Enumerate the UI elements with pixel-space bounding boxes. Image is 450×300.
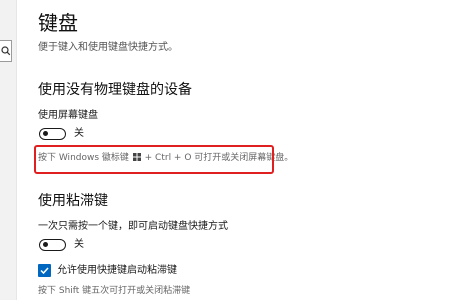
- settings-search-box[interactable]: [0, 40, 12, 62]
- sticky-keys-shortcut-checkbox-label[interactable]: 允许使用快捷键启动粘滞键: [57, 265, 177, 277]
- section-heading-sticky-keys: 使用粘滞键: [38, 193, 108, 209]
- toggle-knob: [43, 131, 48, 136]
- on-screen-keyboard-label: 使用屏幕键盘: [38, 110, 98, 121]
- page-subtitle: 便于键入和使用键盘快捷方式。: [38, 42, 178, 53]
- section-heading-on-screen-keyboard: 使用没有物理键盘的设备: [38, 82, 192, 98]
- search-icon: [1, 46, 11, 56]
- sticky-keys-hint: 按下 Shift 键五次可打开或关闭粘滞键: [38, 286, 191, 296]
- page-title: 键盘: [38, 11, 78, 35]
- settings-window: 键盘 便于键入和使用键盘快捷方式。 使用没有物理键盘的设备 使用屏幕键盘 关 按…: [0, 0, 450, 300]
- annotation-highlight-box: [34, 145, 274, 174]
- sticky-keys-toggle-state: 关: [74, 239, 84, 250]
- sticky-keys-label: 一次只需按一个键，即可启动键盘快捷方式: [38, 221, 228, 232]
- checkmark-icon: [40, 267, 49, 275]
- sticky-keys-shortcut-checkbox[interactable]: [38, 264, 51, 277]
- sticky-keys-toggle[interactable]: [39, 239, 66, 251]
- on-screen-keyboard-toggle-state: 关: [74, 128, 84, 139]
- on-screen-keyboard-toggle[interactable]: [39, 128, 66, 140]
- toggle-knob: [43, 242, 48, 247]
- navigation-pane: [0, 0, 17, 300]
